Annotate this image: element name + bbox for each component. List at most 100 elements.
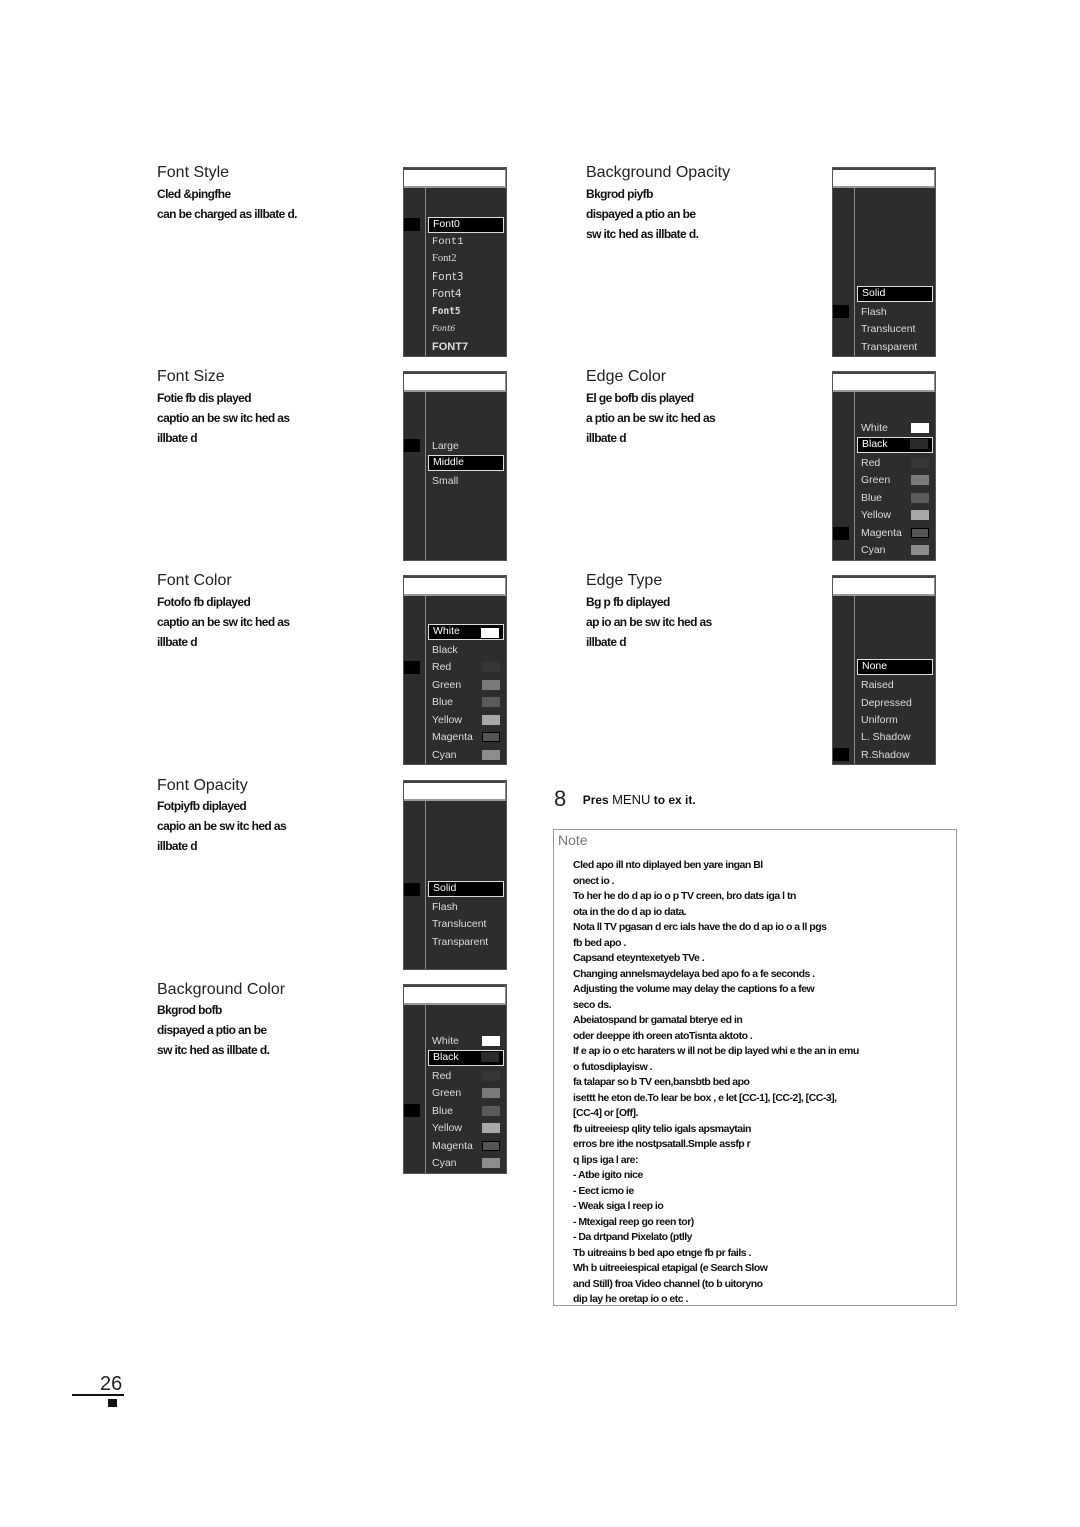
menu-item-l-shadow[interactable]: L. Shadow xyxy=(857,729,933,745)
note-line: dip lay he oretap io o etc . xyxy=(573,1293,688,1305)
color-swatch xyxy=(910,439,928,449)
menu-item-red[interactable]: Red xyxy=(857,455,933,471)
menu-item-cyan[interactable]: Cyan xyxy=(428,747,504,763)
note-box: Note Cled apo ill nto diplayed ben yare … xyxy=(553,829,957,1306)
menu-item-green[interactable]: Green xyxy=(428,677,504,693)
menu-item-white[interactable]: White xyxy=(428,624,504,640)
section-desc-line: Cled &pingfhe xyxy=(157,187,231,201)
menu-item-yellow[interactable]: Yellow xyxy=(428,1120,504,1136)
item-label: Magenta xyxy=(861,527,902,539)
note-line: Cled apo ill nto diplayed ben yare ingan… xyxy=(573,859,763,871)
panel-header xyxy=(833,168,935,188)
cursor-marker xyxy=(833,748,849,761)
menu-item-black[interactable]: Black xyxy=(428,642,504,658)
menu-item-cyan[interactable]: Cyan xyxy=(428,1155,504,1171)
section-desc-line: Fotie fb dis played xyxy=(157,391,252,405)
section-desc-line: illbate d xyxy=(586,431,627,445)
menu-item-solid[interactable]: Solid xyxy=(857,286,933,302)
menu-item-uniform[interactable]: Uniform xyxy=(857,712,933,728)
menu-item-blue[interactable]: Blue xyxy=(428,1103,504,1119)
menu-item-font7[interactable]: FONT7 xyxy=(428,339,504,355)
menu-item-blue[interactable]: Blue xyxy=(857,490,933,506)
menu-item-green[interactable]: Green xyxy=(428,1085,504,1101)
color-swatch xyxy=(911,493,929,503)
step-instruction: 8 Pres MENU to ex it. xyxy=(554,786,696,812)
menu-item-blue[interactable]: Blue xyxy=(428,694,504,710)
section-desc-line: Bg p fb diplayed xyxy=(586,595,670,609)
cursor-marker xyxy=(833,305,849,318)
menu-item-font5[interactable]: Font5 xyxy=(428,304,504,320)
menu-item-yellow[interactable]: Yellow xyxy=(428,712,504,728)
menu-item-white[interactable]: White xyxy=(428,1033,504,1049)
menu-item-cyan[interactable]: Cyan xyxy=(857,542,933,558)
panel-header xyxy=(404,781,506,801)
menu-item-black[interactable]: Black xyxy=(857,437,933,453)
menu-item-green[interactable]: Green xyxy=(857,472,933,488)
menu-item-font1[interactable]: Font1 xyxy=(428,234,504,250)
menu-item-magenta[interactable]: Magenta xyxy=(857,525,933,541)
menu-item-raised[interactable]: Raised xyxy=(857,677,933,693)
menu-item-font3[interactable]: Font3 xyxy=(428,269,504,285)
menu-item-small[interactable]: Small xyxy=(428,473,504,489)
item-label: Cyan xyxy=(432,1157,457,1169)
menu-item-magenta[interactable]: Magenta xyxy=(428,1138,504,1154)
note-line: - Weak siga l reep io xyxy=(573,1200,664,1212)
note-line: Tb uitreains b bed apo etnge fb pr fails… xyxy=(573,1246,751,1259)
item-label: Blue xyxy=(432,696,454,708)
menu-item-black[interactable]: Black xyxy=(428,1050,504,1066)
cursor-marker xyxy=(404,439,420,452)
section-desc-line: sw itc hed as illbate d. xyxy=(157,1043,270,1057)
note-line: - Mtexigal reep go reen tor) xyxy=(573,1215,694,1228)
menu-item-solid[interactable]: Solid xyxy=(428,881,504,897)
note-line: onect io . xyxy=(573,874,615,887)
note-line: seco ds. xyxy=(573,998,612,1011)
page-number: 26 xyxy=(100,1373,123,1395)
menu-item-translucent[interactable]: Translucent xyxy=(857,321,933,337)
menu-item-red[interactable]: Red xyxy=(428,1068,504,1084)
panel-header xyxy=(833,372,935,392)
item-label: Green xyxy=(432,679,462,691)
menu-item-middle[interactable]: Middle xyxy=(428,455,504,471)
menu-item-font0[interactable]: Font0 xyxy=(428,217,504,233)
cursor-marker xyxy=(404,883,420,896)
menu-item-r-shadow[interactable]: R.Shadow xyxy=(857,747,933,763)
menu-item-font4[interactable]: Font4 xyxy=(428,286,504,302)
menu-item-none[interactable]: None xyxy=(857,659,933,675)
color-swatch xyxy=(482,732,500,742)
item-label: Yellow xyxy=(432,714,462,726)
note-line: erros bre ithe nostpsatall.Smple assfp r xyxy=(573,1138,751,1150)
step-prefix: Pres xyxy=(582,792,609,807)
menu-item-large[interactable]: Large xyxy=(428,438,504,454)
menu-item-depressed[interactable]: Depressed xyxy=(857,695,933,711)
menu-item-flash[interactable]: Flash xyxy=(857,304,933,320)
item-label: Yellow xyxy=(432,1122,462,1134)
menu-item-font2[interactable]: Font2 xyxy=(428,251,504,267)
menu-item-magenta[interactable]: Magenta xyxy=(428,729,504,745)
menu-item-transparent[interactable]: Transparent xyxy=(857,339,933,355)
note-line: If e ap io o etc haraters w ill not be d… xyxy=(573,1045,859,1057)
menu-item-yellow[interactable]: Yellow xyxy=(857,507,933,523)
note-line: Abeiatospand br gamatal bterye ed in xyxy=(573,1014,743,1026)
color-swatch xyxy=(482,715,500,725)
menu-item-font6[interactable]: Font6 xyxy=(428,321,504,337)
note-line: - Da drtpand Pixelato (ptlly xyxy=(573,1231,693,1243)
menu-item-transparent[interactable]: Transparent xyxy=(428,934,504,950)
panel-divider xyxy=(425,392,426,560)
note-line: isettt he eton de.To lear be box , e let… xyxy=(573,1091,837,1104)
color-swatch xyxy=(482,1106,500,1116)
section-desc-line: Fotofo fb diplayed xyxy=(157,595,251,609)
menu-item-translucent[interactable]: Translucent xyxy=(428,916,504,932)
menu-item-white[interactable]: White xyxy=(857,420,933,436)
section-desc-line: captio an be sw itc hed as xyxy=(157,615,290,629)
language-badge-icon xyxy=(108,1399,117,1407)
item-label: Magenta xyxy=(432,1140,473,1152)
color-swatch xyxy=(481,1052,499,1062)
section-desc-line: Bkgrod piyfb xyxy=(586,187,653,201)
menu-panel-edge-type: None Raised Depressed Uniform L. Shadow … xyxy=(832,575,936,765)
menu-item-red[interactable]: Red xyxy=(428,659,504,675)
section-desc-line: ap io an be sw itc hed as xyxy=(586,615,712,629)
panel-divider xyxy=(425,596,426,764)
cursor-marker xyxy=(404,218,420,231)
menu-item-flash[interactable]: Flash xyxy=(428,899,504,915)
panel-divider xyxy=(854,596,855,764)
